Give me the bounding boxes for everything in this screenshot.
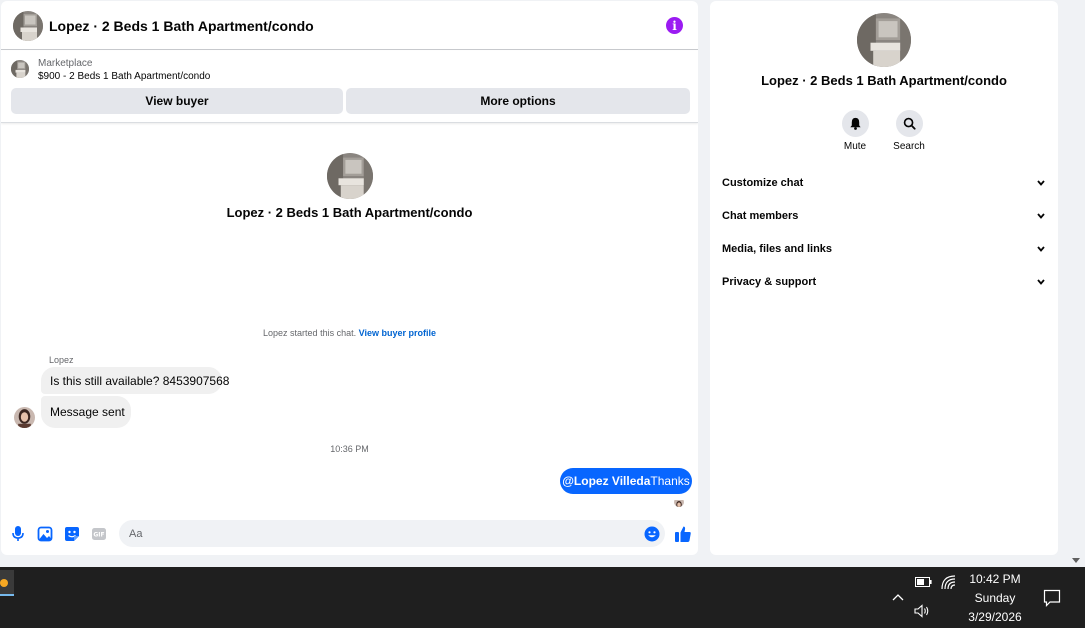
chevron-down-icon	[1036, 277, 1046, 287]
section-label: Media, files and links	[722, 243, 833, 255]
privacy-support-section[interactable]: Privacy & support	[722, 270, 1046, 294]
sender-avatar[interactable]	[14, 407, 35, 428]
customize-chat-section[interactable]: Customize chat	[722, 171, 1046, 195]
marketplace-label: Marketplace	[38, 58, 93, 69]
view-buyer-profile-link[interactable]: View buyer profile	[359, 328, 436, 338]
gif-icon[interactable]: GIF	[91, 526, 107, 542]
wifi-icon[interactable]	[939, 573, 957, 591]
sender-name: Lopez	[49, 355, 74, 365]
seen-indicator-avatar	[674, 497, 684, 507]
clock-time[interactable]: 10:42 PM	[958, 572, 1032, 586]
mute-button[interactable]: Mute	[830, 110, 880, 152]
chevron-down-icon	[1036, 211, 1046, 221]
section-label: Chat members	[722, 210, 799, 222]
side-avatar[interactable]	[857, 13, 911, 67]
intro-title: Lopez · 2 Beds 1 Bath Apartment/condo	[226, 205, 473, 220]
chat-header: Lopez · 2 Beds 1 Bath Apartment/condo i	[1, 1, 698, 50]
mute-label: Mute	[843, 141, 867, 152]
outgoing-message[interactable]: @Lopez Villeda Thanks	[560, 468, 692, 494]
mention-tag[interactable]: @Lopez Villeda	[562, 474, 650, 488]
chevron-down-icon	[1036, 178, 1046, 188]
chevron-down-icon	[1036, 244, 1046, 254]
side-title: Lopez · 2 Beds 1 Bath Apartment/condo	[761, 73, 1007, 88]
listing-title[interactable]: $900 - 2 Beds 1 Bath Apartment/condo	[38, 71, 210, 82]
view-buyer-button[interactable]: View buyer	[11, 88, 343, 114]
search-icon	[895, 110, 923, 137]
incoming-message[interactable]: Is this still available? 8453907568	[41, 367, 229, 394]
message-input[interactable]	[119, 520, 665, 547]
chevron-up-icon[interactable]	[890, 589, 906, 605]
notification-center-icon[interactable]	[1042, 588, 1062, 608]
system-message: Lopez started this chat. View buyer prof…	[1, 328, 698, 338]
chat-title[interactable]: Lopez · 2 Beds 1 Bath Apartment/condo	[49, 18, 314, 34]
more-options-button[interactable]: More options	[346, 88, 690, 114]
app-icon	[0, 579, 8, 587]
svg-text:GIF: GIF	[93, 532, 104, 539]
microphone-icon[interactable]	[10, 526, 26, 542]
photo-icon[interactable]	[37, 526, 53, 542]
sticker-icon[interactable]	[64, 526, 80, 542]
bell-icon	[841, 110, 869, 137]
battery-icon[interactable]	[914, 575, 932, 589]
taskbar: 10:42 PM Sunday 3/29/2026	[0, 567, 1085, 628]
message-timestamp: 10:36 PM	[330, 444, 369, 454]
emoji-icon[interactable]	[644, 526, 660, 542]
conversation-info-panel: Lopez · 2 Beds 1 Bath Apartment/condo Mu…	[710, 1, 1058, 555]
message-composer: GIF	[1, 519, 698, 549]
marketplace-listing-bar: Marketplace $900 - 2 Beds 1 Bath Apartme…	[1, 51, 698, 123]
volume-icon[interactable]	[912, 602, 932, 620]
outgoing-message-text: Thanks	[650, 474, 690, 488]
thumbs-up-icon[interactable]	[673, 524, 692, 543]
chat-panel: Lopez · 2 Beds 1 Bath Apartment/condo i …	[1, 1, 698, 555]
chat-avatar[interactable]	[13, 11, 43, 41]
search-button[interactable]: Search	[884, 110, 934, 152]
section-label: Customize chat	[722, 177, 804, 189]
clock-day[interactable]: Sunday	[958, 591, 1032, 605]
listing-thumbnail[interactable]	[11, 60, 29, 78]
clock-date[interactable]: 3/29/2026	[958, 610, 1032, 624]
search-label: Search	[893, 141, 925, 152]
section-label: Privacy & support	[722, 276, 817, 288]
info-icon[interactable]: i	[666, 17, 683, 34]
scroll-down-arrow[interactable]	[1071, 552, 1081, 563]
taskbar-app-button[interactable]	[0, 570, 14, 596]
chat-members-section[interactable]: Chat members	[722, 204, 1046, 228]
incoming-message[interactable]: Message sent	[41, 396, 131, 428]
intro-avatar	[327, 153, 373, 199]
system-message-text: Lopez started this chat.	[263, 328, 357, 338]
media-files-links-section[interactable]: Media, files and links	[722, 237, 1046, 261]
